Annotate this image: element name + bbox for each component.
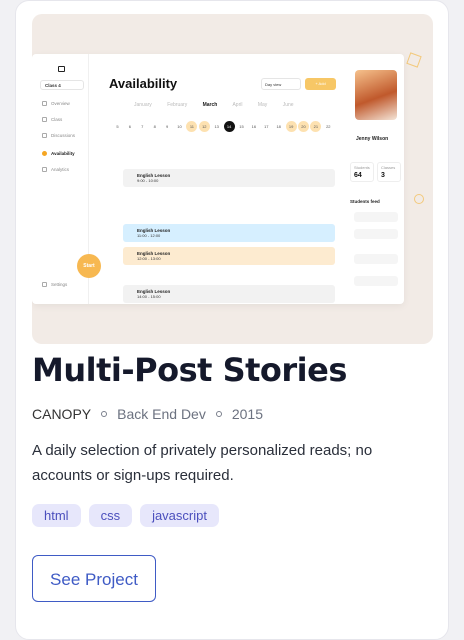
day-cell: 12 <box>198 121 210 132</box>
separator-dot-icon <box>215 411 222 418</box>
day-cell: 9 <box>165 124 169 129</box>
class-select: Class 4 <box>40 80 84 90</box>
day-cell: 16 <box>251 124 257 129</box>
day-cell: 11 <box>186 121 198 132</box>
day-cell: 13 <box>214 124 219 129</box>
students-feed-title: Students feed <box>350 199 380 204</box>
card-content: Multi-Post Stories CANOPY Back End Dev 2… <box>32 351 432 603</box>
discussions-icon <box>42 133 47 139</box>
company-name: CANOPY <box>32 406 92 423</box>
profile-photo <box>355 70 397 120</box>
profile-name: Jenny Wilson <box>356 136 389 142</box>
nav-discussions: Discussions <box>42 133 75 139</box>
month-strip: January February March April May June <box>134 102 308 108</box>
nav-settings: Settings <box>42 282 67 288</box>
settings-icon <box>42 282 47 288</box>
tag-css: css <box>88 504 133 528</box>
day-cell: 20 <box>298 121 309 132</box>
separator-dot-icon <box>101 411 108 418</box>
start-button: Start <box>77 254 101 278</box>
day-cell: 19 <box>285 121 297 132</box>
feed-item <box>354 229 398 239</box>
see-project-button[interactable]: See Project <box>32 555 156 603</box>
tag-list: html css javascript <box>32 504 432 528</box>
day-cell: 15 <box>239 124 244 129</box>
availability-icon <box>42 151 47 157</box>
day-cell: 5 <box>116 124 119 129</box>
stat-students: Students 64 <box>350 162 374 182</box>
month-label: June <box>282 102 294 108</box>
add-button: + Add <box>305 78 336 90</box>
event-card: English Lesson 11:00 - 12:00 <box>123 224 335 242</box>
day-view-select: Day view <box>261 78 301 90</box>
overview-icon <box>42 101 47 107</box>
project-title: Multi-Post Stories <box>32 351 347 389</box>
month-label: May <box>257 102 268 108</box>
event-card: English Lesson 14:00 - 15:00 <box>123 285 335 303</box>
month-label: April <box>232 102 243 108</box>
nav-analytics: Analytics <box>42 167 69 173</box>
event-card: English Lesson 9:00 - 10:00 <box>123 169 335 187</box>
project-description: A daily selection of privately personali… <box>32 442 373 485</box>
role: Back End Dev <box>117 406 206 423</box>
day-cell: 18 <box>276 124 281 129</box>
class-icon <box>42 117 47 123</box>
nav-class: Class <box>42 117 62 123</box>
tag-javascript: javascript <box>140 504 219 528</box>
app-logo-icon <box>58 66 65 72</box>
day-cell: 6 <box>128 124 131 129</box>
month-label: February <box>167 102 188 108</box>
nav-availability: Availability <box>42 151 75 157</box>
analytics-icon <box>42 167 47 173</box>
profile-panel: Jenny Wilson Students 64 Classes 3 Student… <box>342 54 404 304</box>
month-label: January <box>134 102 152 108</box>
feed-item <box>354 276 398 286</box>
decorative-circle <box>414 194 424 204</box>
day-cell: 21 <box>310 121 322 132</box>
stat-classes: Classes 3 <box>377 162 401 182</box>
month-label-current: March <box>202 102 218 108</box>
project-meta: CANOPY Back End Dev 2015 <box>32 406 432 422</box>
tag-html: html <box>32 504 81 528</box>
preview-main: Availability Day view + Add January Febr… <box>94 54 338 304</box>
day-cell: 17 <box>264 124 269 129</box>
day-strip: 5 6 7 8 9 10 11 12 13 14 15 16 17 18 19 20 21 22 <box>112 121 336 137</box>
availability-title: Availability <box>109 76 178 91</box>
day-cell: 14 <box>223 121 235 132</box>
feed-item <box>354 254 398 264</box>
project-card: Class 4 Overview Class Discussions Avail… <box>15 0 449 640</box>
project-thumbnail: Class 4 Overview Class Discussions Avail… <box>32 14 433 344</box>
day-cell: 8 <box>153 124 156 129</box>
event-card: English Lesson 12:00 - 13:00 <box>123 247 335 265</box>
nav-overview: Overview <box>42 101 70 107</box>
day-cell: 22 <box>326 124 331 129</box>
decorative-square <box>406 52 422 68</box>
feed-item <box>354 212 398 222</box>
day-cell: 10 <box>177 124 182 129</box>
day-cell: 7 <box>141 124 144 129</box>
year: 2015 <box>231 406 263 423</box>
